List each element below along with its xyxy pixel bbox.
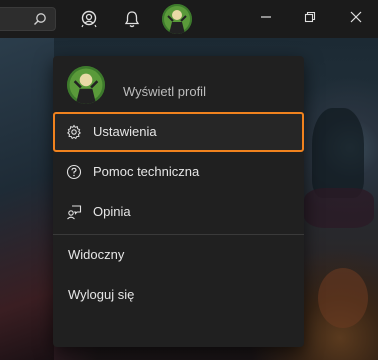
menu-item-label: Ustawienia (93, 124, 157, 139)
menu-item-support[interactable]: Pomoc techniczna (53, 152, 304, 192)
feedback-icon (67, 205, 82, 220)
sign-out-label: Wyloguj się (68, 287, 135, 302)
title-bar (0, 0, 378, 38)
notifications-bell-icon[interactable] (122, 9, 142, 29)
menu-item-online-status[interactable]: Widoczny (53, 235, 304, 275)
profile-avatar (67, 66, 105, 104)
menu-item-sign-out[interactable]: Wyloguj się (53, 275, 304, 315)
avatar-image (67, 66, 105, 104)
search-box[interactable] (0, 7, 56, 31)
view-profile-item[interactable]: Wyświetl profil (53, 56, 304, 112)
close-icon[interactable] (349, 10, 363, 24)
profile-avatar-button[interactable] (162, 4, 192, 34)
online-status-label: Widoczny (68, 247, 125, 262)
search-icon[interactable] (33, 12, 47, 26)
avatar-image (162, 4, 192, 34)
menu-item-label: Opinia (93, 204, 131, 219)
gear-icon (67, 124, 81, 140)
menu-item-settings[interactable]: Ustawienia (53, 112, 304, 152)
background-artwork-left (0, 38, 54, 360)
menu-item-label: Pomoc techniczna (93, 164, 200, 179)
restore-icon[interactable] (303, 10, 317, 24)
friends-icon[interactable] (79, 9, 99, 29)
menu-item-feedback[interactable]: Opinia (53, 192, 304, 232)
minimize-icon[interactable] (259, 10, 273, 24)
profile-menu: Wyświetl profil Ustawienia Pomoc technic… (53, 56, 304, 347)
view-profile-label: Wyświetl profil (123, 84, 206, 99)
help-circle-icon (66, 164, 82, 180)
